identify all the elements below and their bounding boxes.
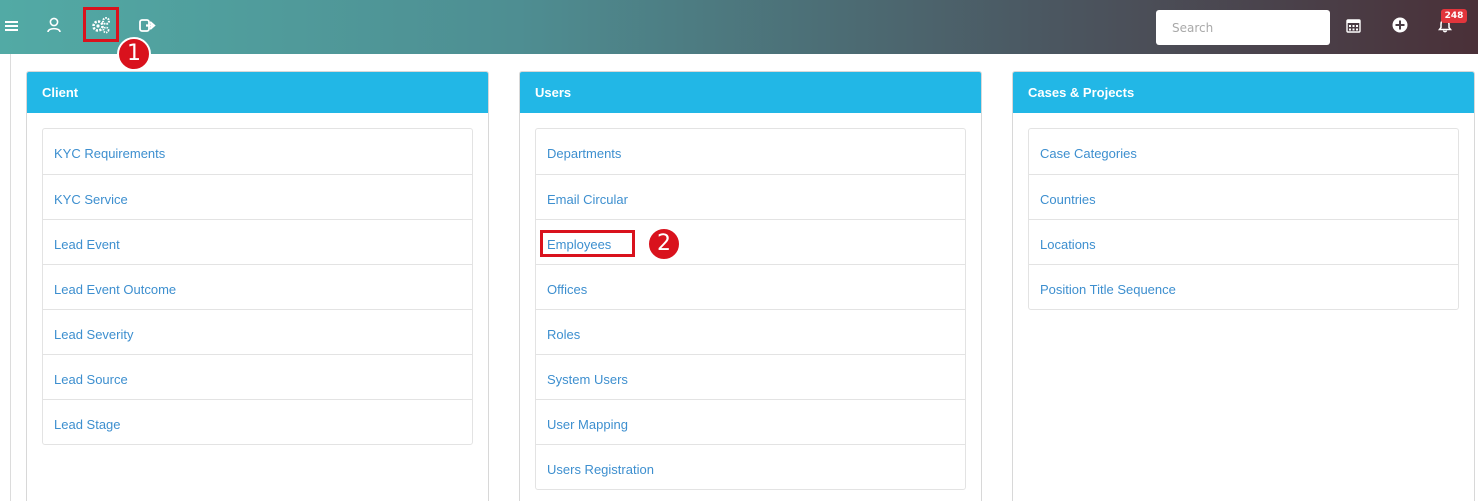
list-item-label[interactable]: User Mapping — [547, 417, 628, 432]
client-item-kyc-service[interactable]: KYC Service — [43, 174, 472, 219]
step-marker-2: 2 — [647, 227, 681, 261]
cases-item-position-title-sequence[interactable]: Position Title Sequence — [1029, 264, 1458, 309]
users-item-roles[interactable]: Roles — [536, 309, 965, 354]
users-item-email-circular[interactable]: Email Circular — [536, 174, 965, 219]
list-item-label[interactable]: Departments — [547, 146, 621, 161]
list-item-label[interactable]: Lead Event Outcome — [54, 282, 176, 297]
list-item-label[interactable]: System Users — [547, 372, 628, 387]
client-panel-title: Client — [27, 72, 488, 113]
list-item-label[interactable]: Offices — [547, 282, 587, 297]
list-item-label[interactable]: KYC Requirements — [54, 146, 165, 161]
users-list: Departments Email Circular Employees Off… — [535, 128, 966, 490]
settings-highlight-box — [83, 7, 119, 42]
cases-projects-list: Case Categories Countries Locations Posi… — [1028, 128, 1459, 310]
cases-item-case-categories[interactable]: Case Categories — [1029, 129, 1458, 174]
users-item-system-users[interactable]: System Users — [536, 354, 965, 399]
cases-item-locations[interactable]: Locations — [1029, 219, 1458, 264]
list-item-label[interactable]: Lead Severity — [54, 327, 134, 342]
list-item-label[interactable]: KYC Service — [54, 192, 128, 207]
users-item-offices[interactable]: Offices — [536, 264, 965, 309]
users-item-departments[interactable]: Departments — [536, 129, 965, 174]
employees-highlight-box — [540, 230, 635, 257]
plus-circle-icon[interactable] — [1391, 16, 1409, 34]
users-item-users-registration[interactable]: Users Registration — [536, 444, 965, 489]
step-marker-1: 1 — [117, 37, 151, 71]
top-navbar: 1 248 — [0, 0, 1478, 71]
calendar-icon[interactable] — [1344, 16, 1362, 34]
notification-count-badge: 248 — [1441, 9, 1467, 23]
cases-projects-panel: Cases & Projects Case Categories Countri… — [1012, 71, 1475, 501]
cases-projects-panel-title: Cases & Projects — [1013, 72, 1474, 113]
list-item-label[interactable]: Lead Stage — [54, 417, 121, 432]
list-item-label[interactable]: Email Circular — [547, 192, 628, 207]
content-divider — [10, 54, 11, 501]
list-item-label[interactable]: Position Title Sequence — [1040, 282, 1176, 297]
sign-out-icon[interactable] — [137, 15, 157, 35]
list-item-label[interactable]: Lead Source — [54, 372, 128, 387]
list-item-label[interactable]: Case Categories — [1040, 146, 1137, 161]
list-item-label[interactable]: Countries — [1040, 192, 1096, 207]
users-panel-title: Users — [520, 72, 981, 113]
list-item-label[interactable]: Lead Event — [54, 237, 120, 252]
user-icon[interactable] — [45, 16, 63, 34]
search-input[interactable] — [1156, 10, 1330, 45]
list-item-label[interactable]: Locations — [1040, 237, 1096, 252]
client-list: KYC Requirements KYC Service Lead Event … — [42, 128, 473, 445]
cases-item-countries[interactable]: Countries — [1029, 174, 1458, 219]
menu-icon[interactable] — [4, 19, 18, 33]
list-item-label[interactable]: Roles — [547, 327, 580, 342]
client-item-lead-event[interactable]: Lead Event — [43, 219, 472, 264]
users-item-user-mapping[interactable]: User Mapping — [536, 399, 965, 444]
client-item-lead-stage[interactable]: Lead Stage — [43, 399, 472, 444]
users-panel: Users Departments Email Circular Employe… — [519, 71, 982, 501]
client-item-lead-source[interactable]: Lead Source — [43, 354, 472, 399]
list-item-label[interactable]: Users Registration — [547, 462, 654, 477]
client-item-kyc-requirements[interactable]: KYC Requirements — [43, 129, 472, 174]
client-item-lead-event-outcome[interactable]: Lead Event Outcome — [43, 264, 472, 309]
client-item-lead-severity[interactable]: Lead Severity — [43, 309, 472, 354]
client-panel: Client KYC Requirements KYC Service Lead… — [26, 71, 489, 501]
